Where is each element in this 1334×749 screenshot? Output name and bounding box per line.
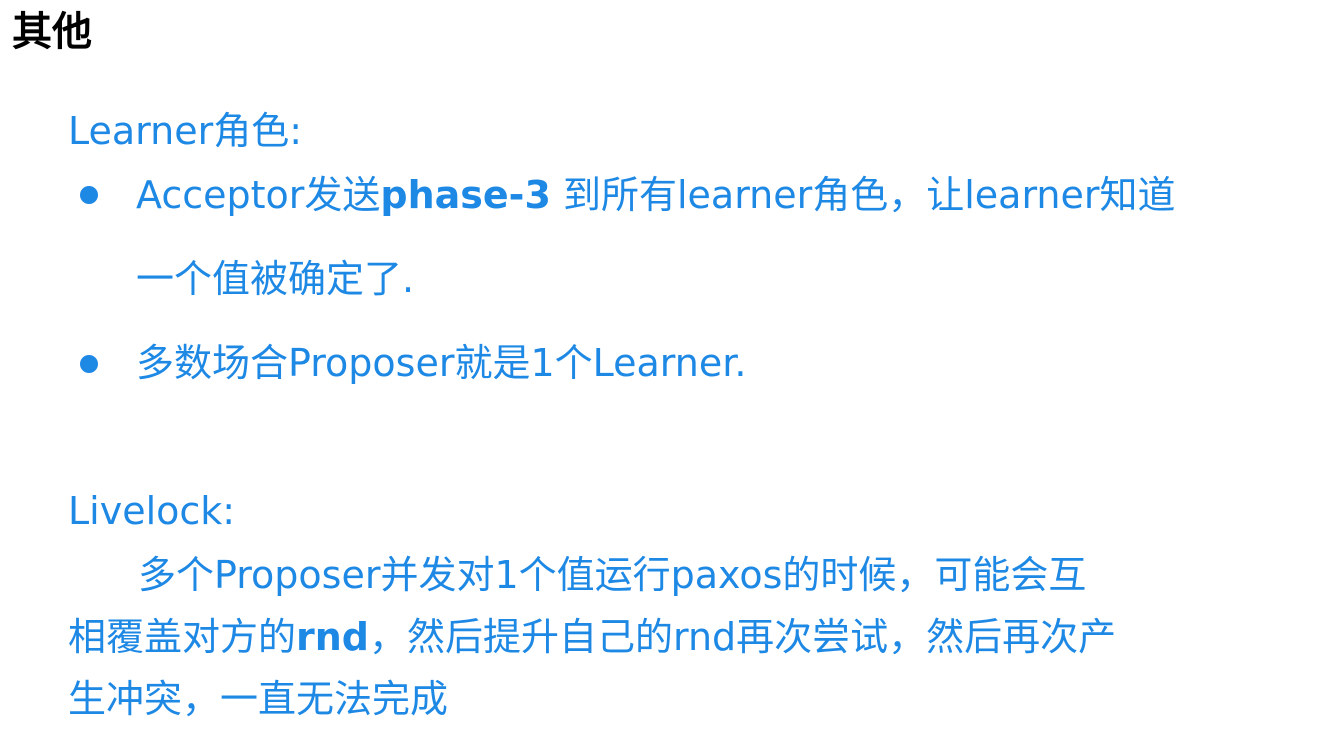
livelock-heading: Livelock: (68, 489, 236, 533)
learner-bullet2-line1: 多数场合Proposer就是1个Learner. (136, 341, 747, 385)
livelock-line2-c: ，然后提升自己的rnd再次尝试，然后再次产 (369, 615, 1117, 659)
bullet-dot (80, 355, 98, 373)
bullet-dot (80, 186, 98, 204)
livelock-line3: 生冲突，一直无法完成 (68, 677, 449, 721)
learner-heading: Learner角色: (68, 109, 303, 153)
slide-title: 其他 (12, 9, 92, 55)
learner-bullet1-line1: Acceptor发送phase-3 到所有learner角色，让learner知… (136, 170, 1176, 220)
livelock-line1: 多个Proposer并发对1个值运行paxos的时候，可能会互 (138, 553, 1087, 597)
bullet1-text-bold: phase-3 (380, 173, 551, 217)
livelock-line2-bold: rnd (296, 615, 370, 659)
learner-bullet1-line2: 一个值被确定了. (136, 257, 415, 301)
bullet1-text-c: 到所有learner角色，让learner知道 (550, 173, 1176, 217)
livelock-line2-a: 相覆盖对方的 (68, 615, 297, 659)
bullet1-text-a: Acceptor发送 (136, 173, 381, 217)
livelock-line2: 相覆盖对方的rnd，然后提升自己的rnd再次尝试，然后再次产 (68, 612, 1116, 662)
